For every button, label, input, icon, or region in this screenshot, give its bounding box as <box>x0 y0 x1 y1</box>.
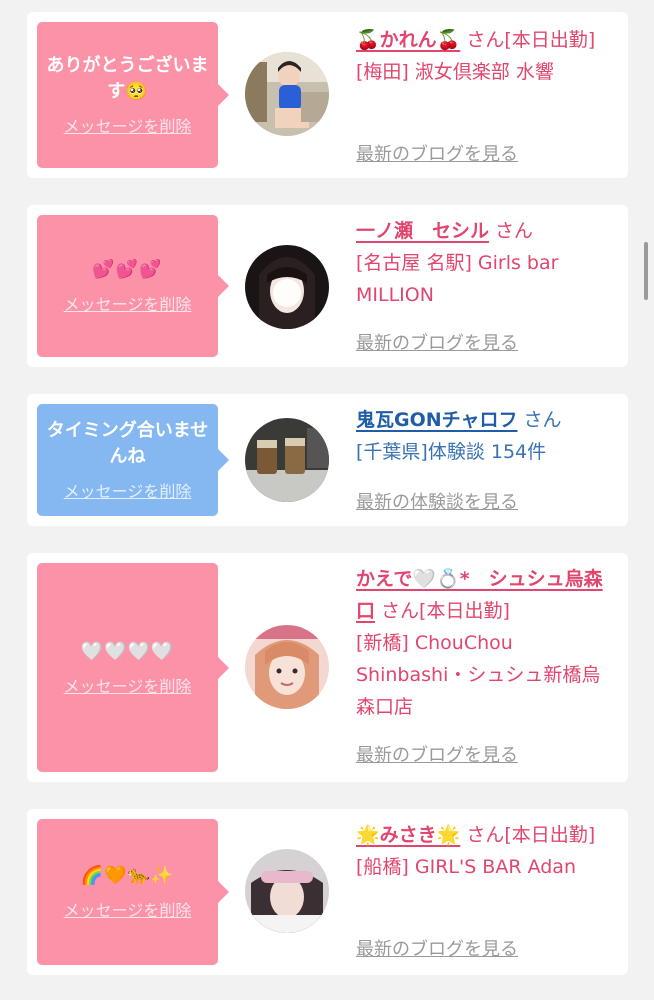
honorific: さん <box>466 824 505 846</box>
message-card: タイミング合いませんね メッセージを削除 鬼瓦GONチャロフ さん [千葉県]体験… <box>27 394 628 526</box>
message-text: タイミング合いませんね <box>46 420 209 467</box>
cast-name-link[interactable]: 鬼瓦GONチャロフ <box>356 409 517 431</box>
blog-link[interactable]: 最新のブログを見る <box>356 741 518 767</box>
message-bubble: 💕💕💕 メッセージを削除 <box>37 215 229 357</box>
scrollbar[interactable] <box>644 242 648 300</box>
delete-message-link[interactable]: メッセージを削除 <box>64 478 192 502</box>
cast-name-link[interactable]: 🍒かれん🍒 <box>356 29 460 51</box>
status-text: [本日出勤] <box>504 824 596 846</box>
delete-message-link[interactable]: メッセージを削除 <box>64 291 192 315</box>
cast-info: 一ノ瀬 セシル さん [名古屋 名駅] Girls bar MILLION <box>356 215 614 311</box>
message-bubble: 🌈🧡🐆✨ メッセージを削除 <box>37 819 229 965</box>
message-bubble: ありがとうございます🥺 メッセージを削除 <box>37 22 229 168</box>
blog-link[interactable]: 最新のブログを見る <box>356 935 518 961</box>
status-text: [本日出勤] <box>419 600 510 622</box>
delete-message-link[interactable]: メッセージを削除 <box>64 673 192 697</box>
message-bubble: 🤍🤍🤍🤍 メッセージを削除 <box>37 563 229 772</box>
cast-info: 🌟みさき🌟 さん[本日出勤] [船橋] GIRL'S BAR Adan <box>356 819 614 883</box>
blog-link[interactable]: 最新のブログを見る <box>356 329 518 355</box>
message-text: 💕💕💕 <box>92 259 163 280</box>
message-text: ありがとうございます🥺 <box>46 55 209 102</box>
cast-name-link[interactable]: 一ノ瀬 セシル <box>356 220 489 242</box>
cast-info: 🍒かれん🍒 さん[本日出勤] [梅田] 淑女倶楽部 水響 <box>356 24 614 88</box>
delete-message-link[interactable]: メッセージを削除 <box>64 897 192 921</box>
avatar[interactable] <box>245 245 329 329</box>
avatar[interactable] <box>245 625 329 709</box>
message-text: 🤍🤍🤍🤍 <box>80 640 175 662</box>
message-text: 🌈🧡🐆✨ <box>80 865 175 886</box>
message-card: 🤍🤍🤍🤍 メッセージを削除 かえで🤍💍* シュシュ烏森口 さん[本日出勤] [新橋… <box>27 553 628 782</box>
honorific: さん <box>495 220 534 242</box>
shop-link[interactable]: [梅田] 淑女倶楽部 水響 <box>356 61 554 83</box>
honorific: さん <box>381 600 420 622</box>
cast-info: かえで🤍💍* シュシュ烏森口 さん[本日出勤] [新橋] ChouChou Shi… <box>356 563 614 723</box>
avatar[interactable] <box>245 849 329 933</box>
message-card: 🌈🧡🐆✨ メッセージを削除 🌟みさき🌟 さん[本日出勤] [船橋] GIRL'S … <box>27 809 628 975</box>
avatar[interactable] <box>245 52 329 136</box>
honorific: さん <box>523 409 562 431</box>
shop-link[interactable]: [名古屋 名駅] Girls bar MILLION <box>356 252 558 306</box>
message-bubble: タイミング合いませんね メッセージを削除 <box>37 404 229 516</box>
shop-link[interactable]: [船橋] GIRL'S BAR Adan <box>356 856 576 878</box>
delete-message-link[interactable]: メッセージを削除 <box>64 113 192 137</box>
blog-link[interactable]: 最新の体験談を見る <box>356 488 518 514</box>
honorific: さん <box>466 29 505 51</box>
cast-name-link[interactable]: 🌟みさき🌟 <box>356 824 460 846</box>
blog-link[interactable]: 最新のブログを見る <box>356 140 518 166</box>
avatar[interactable] <box>245 418 329 502</box>
message-card: 💕💕💕 メッセージを削除 一ノ瀬 セシル さん [名古屋 名駅] Girls ba… <box>27 205 628 367</box>
message-card: ありがとうございます🥺 メッセージを削除 🍒かれん🍒 さん[本日出勤] [梅田] … <box>27 12 628 178</box>
shop-link[interactable]: [千葉県]体験談 154件 <box>356 441 546 463</box>
status-text: [本日出勤] <box>504 29 596 51</box>
shop-link[interactable]: [新橋] ChouChou Shinbashi・シュシュ新橋烏森口店 <box>356 632 600 718</box>
cast-info: 鬼瓦GONチャロフ さん [千葉県]体験談 154件 <box>356 404 614 468</box>
